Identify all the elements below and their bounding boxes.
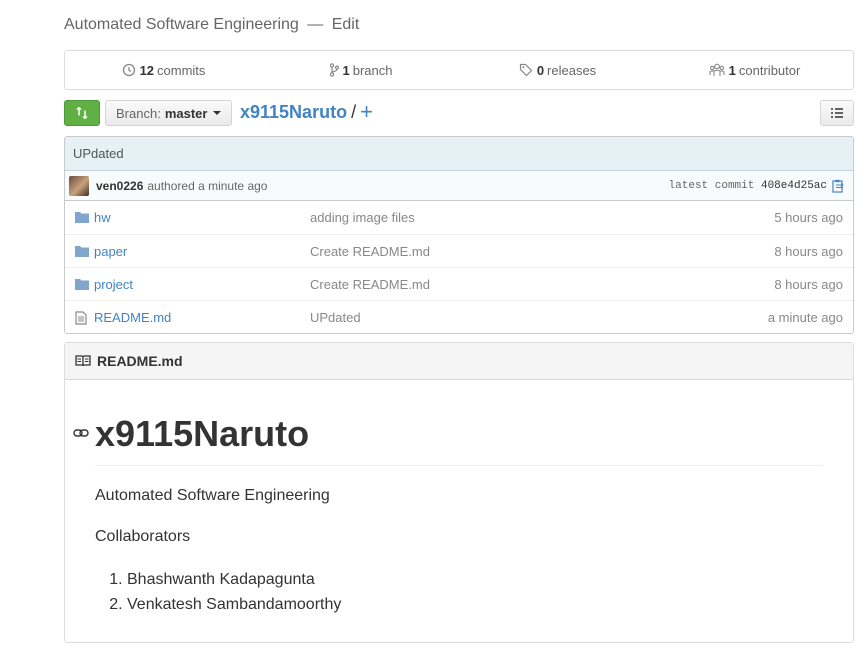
breadcrumb: x9115Naruto / + — [240, 101, 373, 123]
latest-commit-meta: ven0226 authored a minute ago latest com… — [65, 171, 853, 201]
releases-count: 0 — [536, 62, 545, 78]
releases-label: releases — [547, 62, 597, 78]
branch-name: master — [164, 105, 208, 121]
folder-icon — [75, 212, 89, 223]
list-item: Venkatesh Sambandamoorthy — [127, 592, 823, 617]
branches-label: branch — [352, 62, 393, 78]
readme-filename: README.md — [97, 353, 183, 369]
clipboard-icon[interactable] — [832, 179, 845, 193]
file-age: 8 hours ago — [774, 276, 843, 292]
file-name-link[interactable]: hw — [94, 210, 111, 225]
file-row: paper Create README.md 8 hours ago — [65, 234, 853, 267]
edit-description-link[interactable]: Edit — [332, 16, 360, 33]
readme-header: README.md — [65, 343, 853, 380]
list-icon — [831, 108, 843, 118]
avatar[interactable] — [69, 175, 89, 196]
list-item: Bhashwanth Kadapagunta — [127, 567, 823, 592]
file-commit-message[interactable]: Create README.md — [310, 277, 430, 292]
compare-icon — [76, 106, 88, 120]
file-row: README.md UPdated a minute ago — [65, 300, 853, 333]
file-commit-message[interactable]: adding image files — [310, 210, 415, 225]
repo-description: Automated Software Engineering — Edit — [64, 16, 359, 34]
collaborators-heading: Collaborators — [95, 528, 191, 545]
folder-icon — [75, 279, 89, 290]
file-name-link[interactable]: README.md — [94, 310, 171, 325]
readme-description: Automated Software Engineering — [95, 487, 330, 504]
branch-prefix: Branch: — [116, 105, 161, 121]
new-file-button[interactable]: + — [360, 101, 373, 123]
branch-icon — [329, 63, 339, 77]
commit-authored-time: authored a minute ago — [147, 178, 268, 193]
file-navigation: Branch: master x9115Naruto / + — [64, 100, 854, 126]
file-row: project Create README.md 8 hours ago — [65, 267, 853, 300]
file-commit-message[interactable]: UPdated — [310, 310, 361, 325]
folder-icon — [75, 246, 89, 257]
file-type-icon — [75, 311, 87, 328]
latest-commit-label: latest commit 408e4d25ac — [669, 180, 827, 192]
commits-label: commits — [157, 62, 206, 78]
description-separator: — — [307, 16, 324, 33]
file-commit-message[interactable]: Create README.md — [310, 244, 430, 259]
latest-commit-message[interactable]: UPdated — [65, 137, 853, 171]
caret-down-icon — [213, 111, 222, 115]
commits-link[interactable]: 12 commits — [65, 51, 262, 89]
file-name-link[interactable]: project — [94, 277, 133, 292]
file-type-icon — [75, 211, 89, 226]
organization-icon — [709, 63, 725, 76]
branches-link[interactable]: 1 branch — [262, 51, 459, 89]
collaborators-list: Bhashwanth Kadapagunta Venkatesh Samband… — [95, 567, 823, 617]
readme-title: x9115Naruto — [73, 413, 823, 466]
readme-title-text: x9115Naruto — [95, 413, 310, 454]
numbers-summary: 12 commits 1 branch 0 releases 1 contrib… — [64, 50, 854, 90]
contributors-label: contributor — [738, 62, 801, 78]
repo-description-text: Automated Software Engineering — [64, 16, 299, 33]
commit-sha[interactable]: 408e4d25ac — [761, 180, 827, 192]
book-icon — [75, 355, 91, 367]
file-name-link[interactable]: paper — [94, 244, 127, 259]
commits-count: 12 — [139, 62, 155, 78]
tag-icon — [519, 63, 533, 77]
breadcrumb-separator: / — [351, 101, 357, 122]
list-view-button[interactable] — [820, 100, 854, 126]
latest-commit-text: latest commit — [668, 179, 755, 192]
link-icon[interactable] — [73, 427, 89, 439]
contributors-count: 1 — [728, 62, 736, 78]
contributors-link[interactable]: 1 contributor — [656, 51, 853, 89]
file-age: a minute ago — [767, 309, 843, 325]
commit-author[interactable]: ven0226 — [96, 179, 143, 193]
branch-select-button[interactable]: Branch: master — [105, 100, 233, 126]
file-row: hw adding image files 5 hours ago — [65, 201, 853, 234]
compare-button[interactable] — [64, 100, 100, 126]
file-listing: UPdated ven0226 authored a minute ago la… — [64, 136, 854, 334]
file-text-icon — [75, 311, 87, 325]
branches-count: 1 — [342, 62, 350, 78]
file-type-icon — [75, 278, 89, 293]
repo-name-link[interactable]: x9115Naruto — [240, 102, 347, 123]
readme-body: x9115Naruto Automated Software Engineeri… — [73, 413, 823, 617]
file-age: 8 hours ago — [774, 243, 843, 259]
releases-link[interactable]: 0 releases — [459, 51, 656, 89]
readme-panel: README.md x9115Naruto Automated Software… — [64, 342, 854, 643]
file-age: 5 hours ago — [774, 210, 843, 225]
history-icon — [122, 63, 135, 77]
file-type-icon — [75, 245, 89, 260]
